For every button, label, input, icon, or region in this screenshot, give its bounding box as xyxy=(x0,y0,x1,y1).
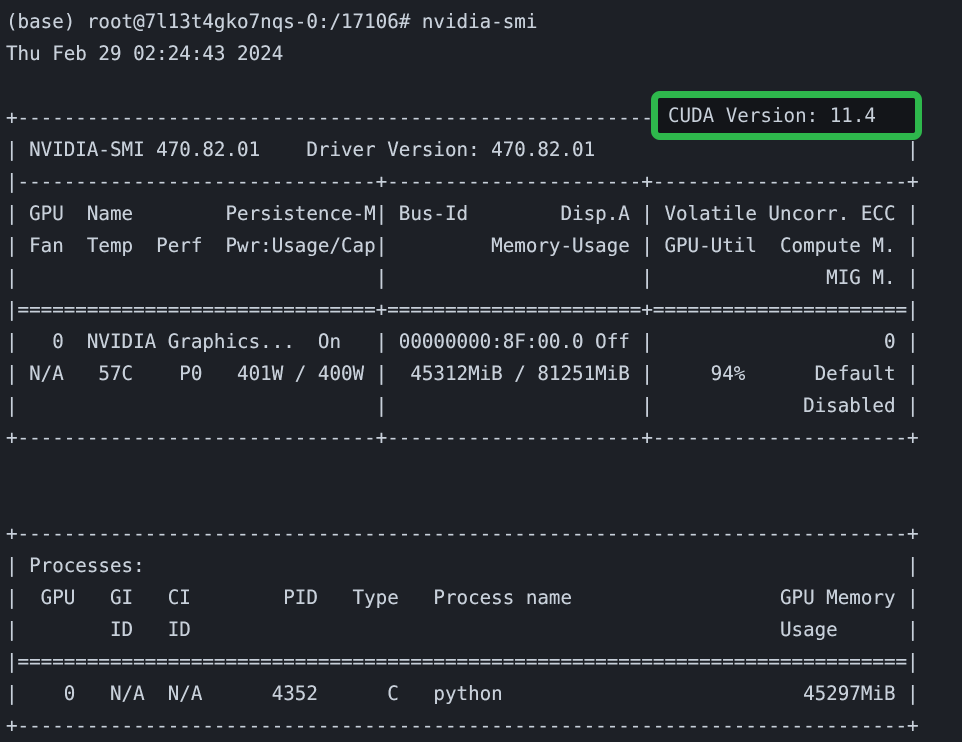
smi-gpu-row-2: | N/A 57C P0 401W / 400W | 45312MiB / 81… xyxy=(6,362,919,385)
processes-title-row: | Processes: | xyxy=(6,554,919,577)
processes-row: | 0 N/A N/A 4352 C python 45297MiB | xyxy=(6,682,919,705)
processes-double-rule: |=======================================… xyxy=(6,650,919,673)
terminal-window[interactable]: (base) root@7l13t4gko7nqs-0:/17106# nvid… xyxy=(0,0,962,737)
processes-bottom-border: +---------------------------------------… xyxy=(6,714,919,737)
smi-column-header-row-3: | | | MIG M. | xyxy=(6,266,919,289)
smi-gpu-row-1: | 0 NVIDIA Graphics... On | 00000000:8F:… xyxy=(6,330,919,353)
smi-timestamp-line: Thu Feb 29 02:24:43 2024 xyxy=(6,42,284,65)
smi-header-rule: |-------------------------------+-------… xyxy=(6,170,919,193)
smi-column-header-row-1: | GPU Name Persistence-M| Bus-Id Disp.A … xyxy=(6,202,919,225)
smi-gpu-row-3: | | | Disabled | xyxy=(6,394,919,417)
shell-prompt-line: (base) root@7l13t4gko7nqs-0:/17106# nvid… xyxy=(6,10,538,33)
smi-bottom-border: +-------------------------------+-------… xyxy=(6,426,919,449)
processes-column-header-row-2: | ID ID Usage | xyxy=(6,618,919,641)
cuda-version-label: CUDA Version: 11.4 xyxy=(668,103,876,127)
smi-header-double-rule: |===============================+=======… xyxy=(6,298,919,321)
smi-column-header-row-2: | Fan Temp Perf Pwr:Usage/Cap| Memory-Us… xyxy=(6,234,919,257)
processes-column-header-row-1: | GPU GI CI PID Type Process name GPU Me… xyxy=(6,586,919,609)
processes-top-border: +---------------------------------------… xyxy=(6,522,919,545)
